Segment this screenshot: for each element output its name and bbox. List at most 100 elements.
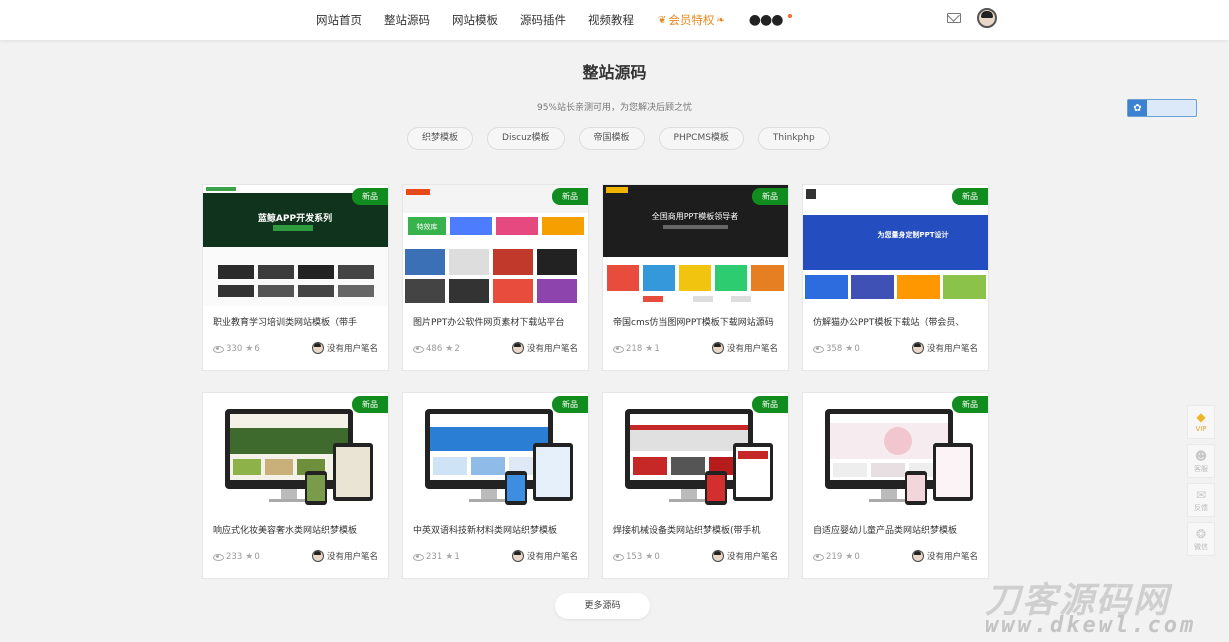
author-name: 没有用户笔名 <box>526 552 578 562</box>
author-name: 没有用户笔名 <box>926 344 978 354</box>
author-name: 没有用户笔名 <box>326 552 378 562</box>
more-source-button[interactable]: 更多源码 <box>555 593 650 619</box>
card-author[interactable]: 没有用户笔名 <box>911 550 978 562</box>
card-author[interactable]: 没有用户笔名 <box>511 342 578 354</box>
nav-item-templates[interactable]: 网站模板 <box>452 12 498 28</box>
new-badge: 新品 <box>952 396 988 413</box>
mail-icon[interactable] <box>947 13 961 23</box>
card-stats: 358 ★ 0 <box>813 344 860 354</box>
vip-label: 会员特权 <box>668 13 715 27</box>
product-card[interactable]: 新品 焊接机械设备类网站织梦模板(带手机 153 ★ 0 没有用户笔名 <box>602 392 789 579</box>
card-author[interactable]: 没有用户笔名 <box>511 550 578 562</box>
card-title[interactable]: 自适应婴幼儿童产品类网站织梦模板 <box>813 523 979 536</box>
float-service-button[interactable]: ☻ 客服 <box>1187 444 1215 478</box>
author-name: 没有用户笔名 <box>926 552 978 562</box>
product-card[interactable]: 新品 自适应婴幼儿童产品类网站织梦模板 219 ★ 0 没有用户笔名 <box>802 392 989 579</box>
author-avatar <box>511 342 524 354</box>
new-badge: 新品 <box>552 396 588 413</box>
star-count: 2 <box>454 344 460 354</box>
new-badge: 新品 <box>552 188 588 205</box>
author-avatar <box>711 342 724 354</box>
card-author[interactable]: 没有用户笔名 <box>911 342 978 354</box>
top-navbar: 网站首页 整站源码 网站模板 源码插件 视频教程 ❦ 会员特权 ❧ ●●● <box>0 0 1229 40</box>
page-title: 整站源码 <box>582 63 647 82</box>
star-icon: ★ <box>845 552 854 562</box>
author-avatar <box>311 550 324 562</box>
new-badge: 新品 <box>352 188 388 205</box>
card-author[interactable]: 没有用户笔名 <box>711 342 778 354</box>
author-avatar <box>911 342 924 354</box>
float-wechat-button[interactable]: ❂ 微信 <box>1187 522 1215 556</box>
card-stats: 330 ★ 6 <box>213 344 260 354</box>
float-service-label: 客服 <box>1194 465 1208 473</box>
card-title[interactable]: 帝国cms仿当图网PPT模板下载网站源码 <box>613 315 779 328</box>
product-card[interactable]: 新品 中英双语科技新材料类网站织梦模板 231 ★ 1 没有用户笔名 <box>402 392 589 579</box>
card-author[interactable]: 没有用户笔名 <box>711 550 778 562</box>
card-stats: 233 ★ 0 <box>213 552 260 562</box>
eye-icon <box>213 345 224 353</box>
eye-icon <box>413 553 424 561</box>
card-title[interactable]: 响应式化妆美容奢水类网站织梦模板 <box>213 523 379 536</box>
eye-icon <box>613 345 624 353</box>
filter-phpcms[interactable]: PHPCMS模板 <box>658 127 744 150</box>
notification-dot <box>788 14 793 18</box>
thumb-text: 全国商用PPT模板领导者 <box>652 211 739 221</box>
user-avatar[interactable] <box>977 8 997 28</box>
product-card[interactable]: 特效库 新品 图片PPT办公软件网页素材下载站平台 486 ★ 2 没有用户笔名 <box>402 184 589 371</box>
card-title[interactable]: 图片PPT办公软件网页素材下载站平台 <box>413 315 579 328</box>
star-icon: ★ <box>245 344 254 354</box>
leaf-left-icon: ❦ <box>658 14 667 26</box>
card-title[interactable]: 仿解猫办公PPT模板下载站（带会员、 <box>813 315 979 328</box>
float-vip-button[interactable]: ◆ VIP <box>1187 405 1215 439</box>
main-nav: 网站首页 整站源码 网站模板 源码插件 视频教程 ❦ 会员特权 ❧ ●●● <box>316 0 793 40</box>
author-avatar <box>311 342 324 354</box>
star-icon: ★ <box>645 344 654 354</box>
product-card[interactable]: 蓝鲸APP开发系列 新品 职业教育学习培训类网站模板（带手 330 ★ 6 没有… <box>202 184 389 371</box>
cloud-share-widget[interactable]: ✿ <box>1127 99 1197 117</box>
author-avatar <box>511 550 524 562</box>
eye-icon <box>813 345 824 353</box>
nav-item-video-tutorials[interactable]: 视频教程 <box>588 12 634 28</box>
feedback-icon: ✉ <box>1195 488 1207 502</box>
card-title[interactable]: 中英双语科技新材料类网站织梦模板 <box>413 523 579 536</box>
star-count: 0 <box>254 552 260 562</box>
eye-icon <box>813 553 824 561</box>
star-count: 6 <box>254 344 260 354</box>
star-count: 0 <box>854 344 860 354</box>
nav-item-vip[interactable]: ❦ 会员特权 ❧ <box>656 12 727 28</box>
product-card[interactable]: 为您量身定制PPT设计 新品 仿解猫办公PPT模板下载站（带会员、 358 ★ … <box>802 184 989 371</box>
star-icon: ★ <box>645 552 654 562</box>
thumb-text: 特效库 <box>417 222 438 231</box>
view-count: 233 <box>226 552 243 562</box>
card-author[interactable]: 没有用户笔名 <box>311 342 378 354</box>
view-count: 486 <box>426 344 443 354</box>
wechat-icon: ❂ <box>1195 527 1207 541</box>
card-title[interactable]: 焊接机械设备类网站织梦模板(带手机 <box>613 523 779 536</box>
float-vip-label: VIP <box>1195 425 1207 433</box>
filter-discuz[interactable]: Discuz模板 <box>487 127 565 150</box>
new-badge: 新品 <box>952 188 988 205</box>
card-author[interactable]: 没有用户笔名 <box>311 550 378 562</box>
filter-dedecms[interactable]: 织梦模板 <box>407 127 474 150</box>
float-wechat-label: 微信 <box>1194 543 1208 551</box>
product-card[interactable]: 新品 响应式化妆美容奢水类网站织梦模板 233 ★ 0 没有用户笔名 <box>202 392 389 579</box>
author-name: 没有用户笔名 <box>526 344 578 354</box>
star-count: 1 <box>454 552 460 562</box>
nav-item-full-source[interactable]: 整站源码 <box>384 12 430 28</box>
nav-item-plugins[interactable]: 源码插件 <box>520 12 566 28</box>
float-feedback-button[interactable]: ✉ 反馈 <box>1187 483 1215 517</box>
more-menu-button[interactable]: ●●● <box>749 12 784 28</box>
filter-empirecms[interactable]: 帝国模板 <box>578 127 645 150</box>
new-badge: 新品 <box>752 396 788 413</box>
view-count: 219 <box>826 552 843 562</box>
card-title[interactable]: 职业教育学习培训类网站模板（带手 <box>213 315 379 328</box>
nav-item-home[interactable]: 网站首页 <box>316 12 362 28</box>
filter-thinkphp[interactable]: Thinkphp <box>757 127 830 150</box>
card-stats: 153 ★ 0 <box>613 552 660 562</box>
category-filters: 织梦模板 Discuz模板 帝国模板 PHPCMS模板 Thinkphp <box>407 127 844 150</box>
author-avatar <box>711 550 724 562</box>
card-stats: 219 ★ 0 <box>813 552 860 562</box>
star-icon: ★ <box>245 552 254 562</box>
product-card[interactable]: 全国商用PPT模板领导者 新品 帝国cms仿当图网PPT模板下载网站源码 218… <box>602 184 789 371</box>
thumb-text: 为您量身定制PPT设计 <box>877 230 948 239</box>
